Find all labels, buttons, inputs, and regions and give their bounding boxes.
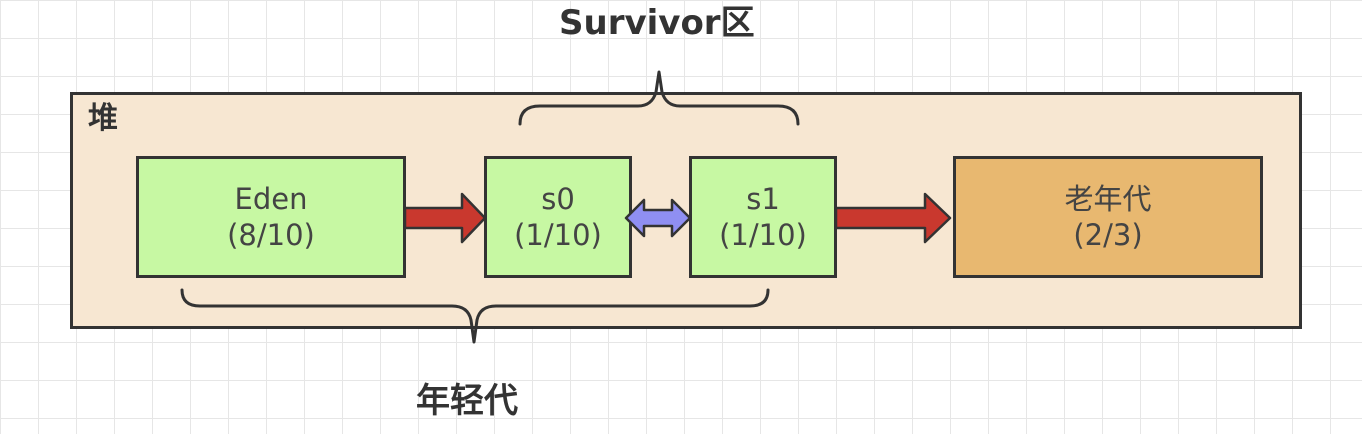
- diagram-overlay: [180, 70, 952, 344]
- s0-s1-swap-arrow: [624, 198, 692, 238]
- survivor-brace: [518, 70, 800, 126]
- young-generation-brace: [180, 288, 770, 344]
- eden-to-s0-arrow: [403, 192, 487, 244]
- young-generation-label: 年轻代: [416, 381, 518, 421]
- s1-to-old-generation-arrow: [834, 192, 952, 244]
